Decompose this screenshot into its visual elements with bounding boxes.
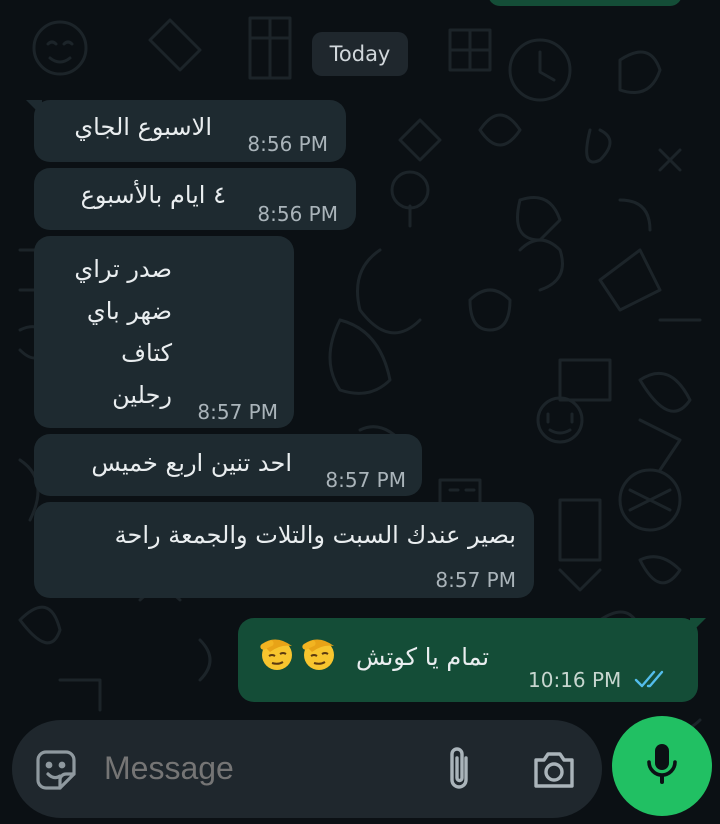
date-separator: Today (312, 32, 408, 76)
sticker-icon[interactable] (34, 748, 78, 792)
message-composer[interactable] (12, 720, 602, 818)
incoming-message[interactable]: بصير عندك السبت والتلات والجمعة راحة 8:5… (34, 502, 534, 598)
camera-icon[interactable] (532, 748, 576, 790)
incoming-message[interactable]: ٤ ايام بالأسبوع 8:56 PM (34, 168, 356, 230)
message-time: 10:16 PM (528, 668, 622, 692)
message-line: كتاف (121, 339, 172, 367)
message-text: بصير عندك السبت والتلات والجمعة راحة (114, 521, 516, 549)
incoming-message[interactable]: احد تنين اربع خميس 8:57 PM (34, 434, 422, 496)
outgoing-message[interactable]: تمام يا كوتش 10:16 PM (238, 618, 706, 702)
message-text: احد تنين اربع خميس (91, 449, 292, 477)
microphone-icon (644, 742, 680, 790)
message-time: 8:56 PM (247, 132, 328, 156)
message-line: ضهر باي (86, 297, 172, 325)
previous-outgoing-bubble[interactable] (488, 0, 682, 6)
message-line: صدر تراي (74, 255, 172, 283)
message-time: 8:57 PM (435, 568, 516, 592)
microphone-button[interactable] (612, 716, 712, 816)
message-text: تمام يا كوتش (356, 643, 490, 671)
message-time: 8:57 PM (325, 468, 406, 492)
message-input[interactable] (104, 750, 404, 787)
read-receipt-icon (634, 668, 668, 694)
message-line: رجلين (112, 381, 172, 409)
incoming-message[interactable]: صدر تراي ضهر باي كتاف رجلين 8:57 PM (34, 236, 294, 428)
emoji-group (258, 634, 338, 672)
salute-emoji-icon (300, 634, 338, 672)
message-time: 8:57 PM (197, 400, 278, 424)
paperclip-icon[interactable] (440, 744, 478, 796)
message-text: الاسبوع الجاي (74, 113, 212, 141)
message-time: 8:56 PM (257, 202, 338, 226)
incoming-message[interactable]: الاسبوع الجاي 8:56 PM (26, 100, 346, 162)
message-text: ٤ ايام بالأسبوع (80, 181, 226, 209)
salute-emoji-icon (258, 634, 296, 672)
